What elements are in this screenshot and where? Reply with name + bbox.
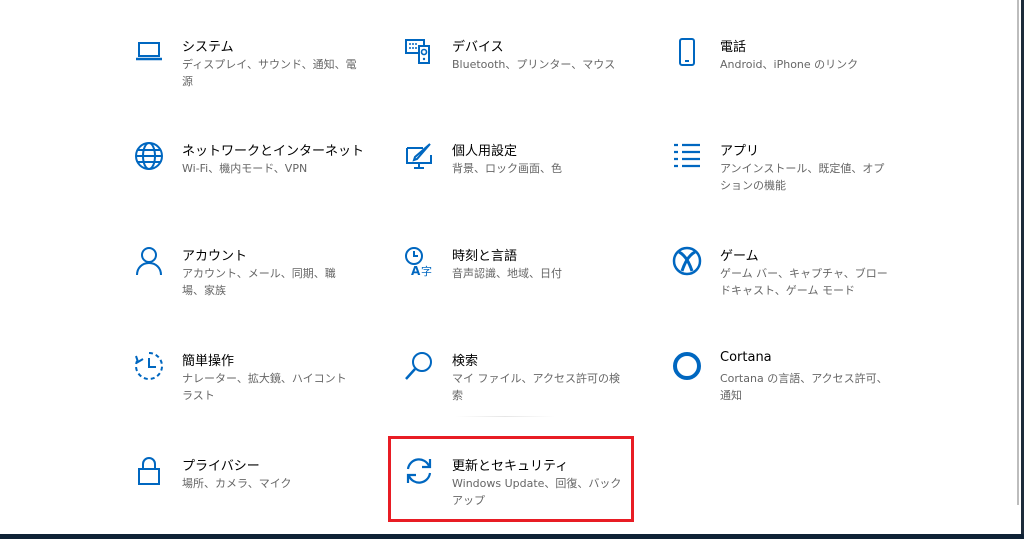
person-icon [133,245,165,277]
tile-description: ナレーター、拡大鏡、ハイコントラスト [182,372,347,402]
tile-title: 検索 [452,354,479,369]
phone-icon [671,36,703,68]
settings-tile-search[interactable]: 検索 マイ ファイル、アクセス許可の検索 [403,350,643,430]
tile-title: Cortana [720,350,772,365]
tile-title: プライバシー [182,459,260,474]
settings-tile-ease-of-access[interactable]: 簡単操作 ナレーター、拡大鏡、ハイコントラスト [133,350,373,430]
tile-description: Android、iPhone のリンク [720,58,859,71]
search-icon [403,350,435,382]
settings-tile-time-language[interactable]: A字 時刻と言語 音声認識、地域、日付 [403,245,643,325]
tile-description: ゲーム バー、キャプチャ、ブロードキャスト、ゲーム モード [720,267,888,297]
lock-icon [133,455,165,487]
apps-list-icon [671,140,703,172]
svg-text:字: 字 [421,264,432,277]
tile-title: アプリ [720,144,760,159]
tile-description: アンインストール、既定値、オプションの機能 [720,162,885,192]
time-language-icon: A字 [403,245,435,278]
tile-description: Wi-Fi、機内モード、VPN [182,162,308,175]
settings-tile-apps-list[interactable]: アプリ アンインストール、既定値、オプションの機能 [671,140,911,220]
settings-tile-person[interactable]: アカウント アカウント、メール、同期、職場、家族 [133,245,373,325]
tile-title: アカウント [182,249,248,264]
sync-icon [403,455,435,487]
tile-description: アカウント、メール、同期、職場、家族 [182,267,336,297]
tile-description: ディスプレイ、サウンド、通知、電源 [182,58,357,88]
tile-title: デバイス [452,40,504,55]
tile-title: ネットワークとインターネット [182,144,365,159]
tile-description: Windows Update、回復、バックアップ [452,477,622,507]
settings-tile-globe[interactable]: ネットワークとインターネット Wi-Fi、機内モード、VPN [133,140,373,220]
settings-tile-laptop[interactable]: システム ディスプレイ、サウンド、通知、電源 [133,36,373,116]
settings-tile-devices[interactable]: デバイス Bluetooth、プリンター、マウス [403,36,643,116]
tile-description: Bluetooth、プリンター、マウス [452,58,616,71]
globe-icon [133,140,165,172]
xbox-icon [671,245,703,277]
personalization-icon [403,140,435,172]
settings-tile-lock[interactable]: プライバシー 場所、カメラ、マイク [133,455,373,535]
tile-title: 時刻と言語 [452,249,518,264]
settings-tile-sync[interactable]: 更新とセキュリティ Windows Update、回復、バックアップ [403,455,643,535]
tile-description: 背景、ロック画面、色 [452,162,562,175]
tile-description: 場所、カメラ、マイク [182,477,292,490]
svg-text:A: A [411,264,421,277]
tile-title: ゲーム [720,249,759,264]
tile-title: 簡単操作 [182,354,235,369]
tile-title: 電話 [720,40,747,55]
tile-description: マイ ファイル、アクセス許可の検索 [452,372,620,402]
ease-of-access-icon [133,350,165,382]
devices-icon [403,36,435,68]
tile-title: 個人用設定 [452,144,518,159]
settings-tile-personalization[interactable]: 個人用設定 背景、ロック画面、色 [403,140,643,220]
settings-tile-cortana[interactable]: Cortana Cortana の言語、アクセス許可、通知 [671,350,911,430]
tile-title: システム [182,40,234,55]
laptop-icon [133,36,165,68]
tile-description: 音声認識、地域、日付 [452,267,562,280]
tile-title: 更新とセキュリティ [452,459,569,474]
settings-tile-xbox[interactable]: ゲーム ゲーム バー、キャプチャ、ブロードキャスト、ゲーム モード [671,245,911,325]
scrollbar[interactable] [1017,0,1019,505]
settings-tile-phone[interactable]: 電話 Android、iPhone のリンク [671,36,911,116]
cortana-icon [671,350,703,382]
tile-description: Cortana の言語、アクセス許可、通知 [720,372,888,402]
